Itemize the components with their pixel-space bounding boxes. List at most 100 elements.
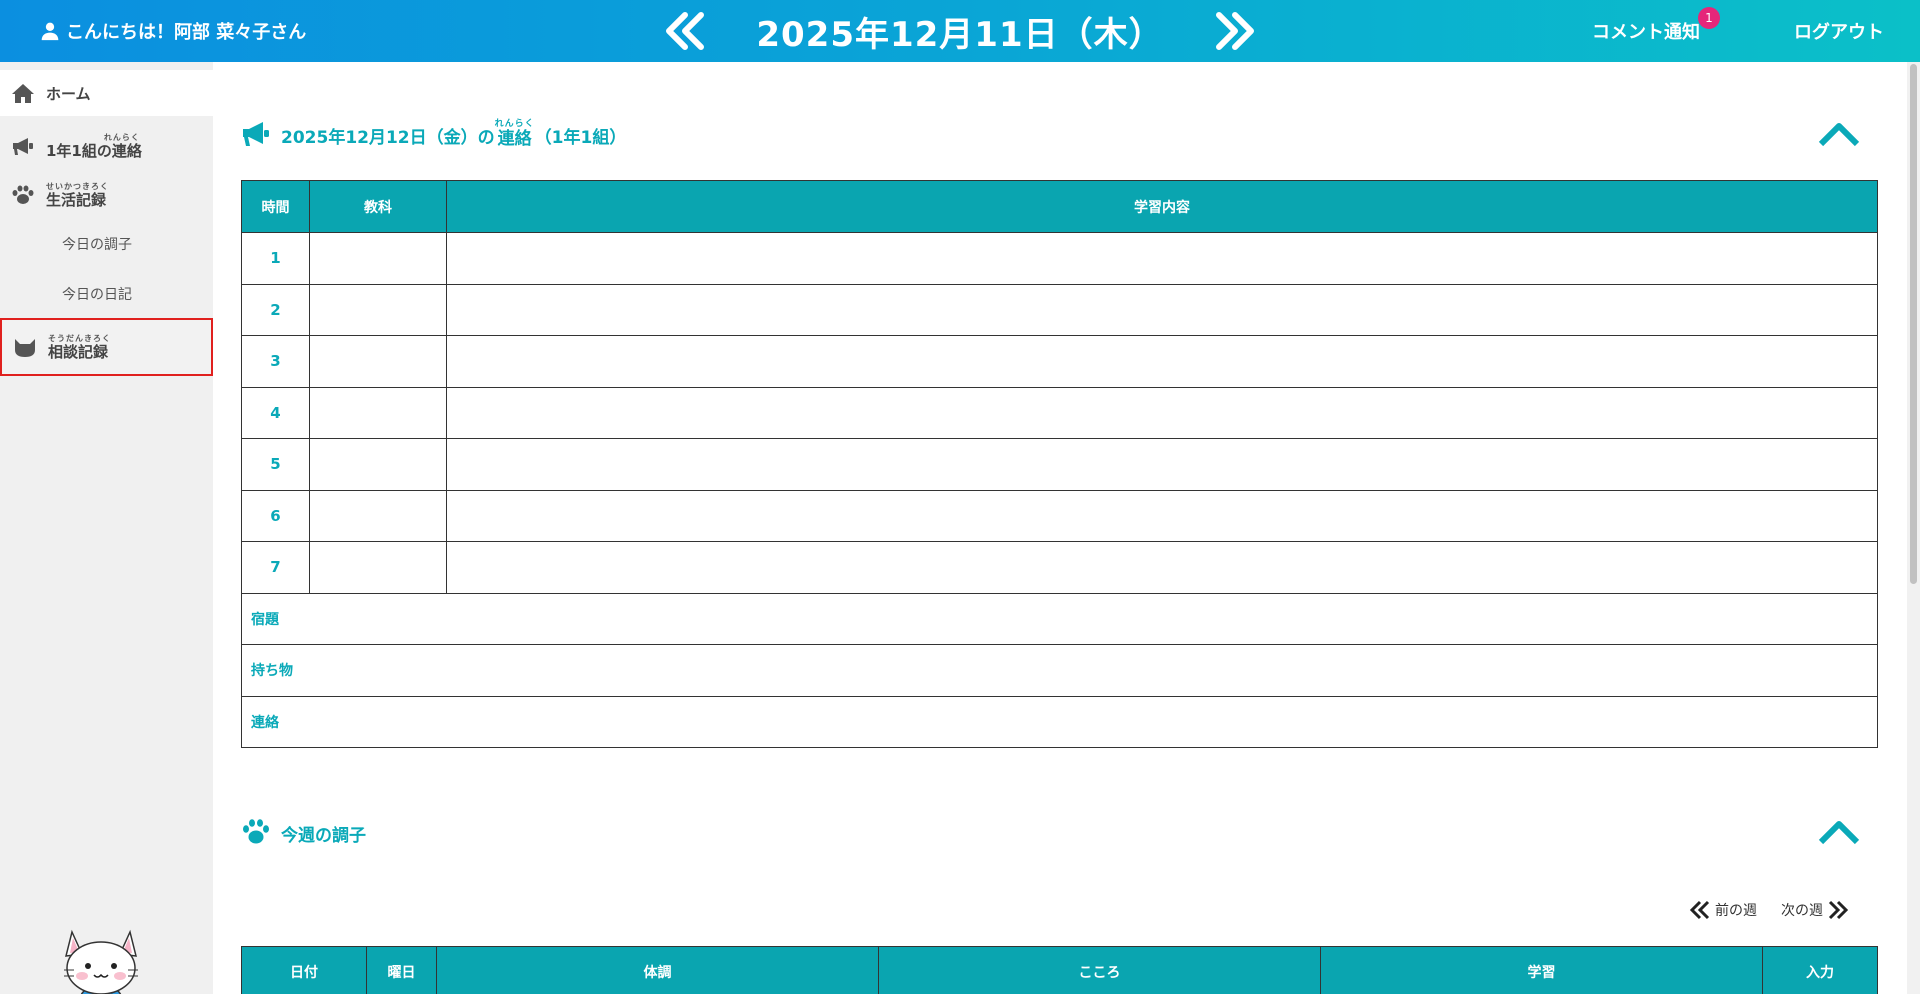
table-row: 5 bbox=[241, 438, 1878, 491]
notice-title-prefix: 2025年12月12日（金）の bbox=[281, 128, 495, 148]
week-title-text: 今週の調子 bbox=[281, 826, 366, 846]
greeting-text: こんにちは！阿部 菜々子さん bbox=[66, 22, 307, 43]
sidebar-item-label: 生活記録 bbox=[46, 190, 107, 209]
col-header-health: 体調 bbox=[436, 946, 879, 994]
user-greeting: こんにちは！阿部 菜々子さん bbox=[40, 18, 306, 44]
content-cell bbox=[446, 489, 1878, 542]
sidebar-item-ruby-label: せいかつきろく 生活記録 bbox=[46, 181, 109, 209]
belongings-row: 持ち物 bbox=[241, 644, 1878, 697]
megaphone-icon bbox=[10, 135, 36, 157]
col-header-subject: 教科 bbox=[309, 180, 447, 233]
comment-notify-button[interactable]: コメント通知 1 bbox=[1592, 7, 1720, 44]
user-icon bbox=[41, 22, 59, 41]
notice-title-word: 連絡 bbox=[497, 129, 532, 149]
col-header-content: 学習内容 bbox=[446, 180, 1878, 233]
prev-week-label: 前の週 bbox=[1715, 903, 1757, 919]
sidebar-item-label: 相談記録 bbox=[48, 342, 109, 361]
sidebar-item-today-diary[interactable]: 今日の日記 bbox=[0, 274, 213, 314]
period-number: 3 bbox=[241, 335, 310, 388]
subject-cell bbox=[309, 489, 447, 542]
week-condition-table: 日付 曜日 体調 こころ 学習 入力 bbox=[241, 946, 1878, 994]
vertical-scrollbar[interactable] bbox=[1907, 62, 1920, 994]
sidebar-item-label: ホーム bbox=[46, 84, 91, 103]
next-week-label: 次の週 bbox=[1781, 903, 1823, 919]
cat-mascot-image bbox=[64, 929, 138, 994]
notice-section-title: 2025年12月12日（金）の れんらく 連絡 （1年1組） bbox=[241, 118, 626, 148]
homework-label: 宿題 bbox=[241, 592, 1878, 645]
current-date: 2025年12月11日（木） bbox=[756, 14, 1164, 55]
table-row: 3 bbox=[241, 335, 1878, 388]
sidebar-item-label: 1年1組の連絡 bbox=[46, 141, 142, 160]
megaphone-icon bbox=[241, 120, 271, 148]
sidebar-item-ruby-label: れんらく 1年1組の連絡 bbox=[46, 132, 142, 160]
schedule-table: 時間 教科 学習内容 1 2 3 4 5 6 7 宿題 持ち物 連絡 bbox=[241, 180, 1878, 748]
date-navigator: 2025年12月11日（木） bbox=[660, 6, 1260, 56]
comment-notify-label: コメント通知 bbox=[1592, 22, 1700, 43]
subject-cell bbox=[309, 283, 447, 336]
ruby-text: せいかつきろく bbox=[46, 181, 109, 191]
double-chevron-left-icon bbox=[666, 12, 704, 50]
prev-week-button[interactable]: 前の週 bbox=[1689, 900, 1757, 920]
period-number: 5 bbox=[241, 438, 310, 491]
contact-label: 連絡 bbox=[241, 695, 1878, 748]
notice-title-suffix: （1年1組） bbox=[534, 128, 627, 148]
table-row: 7 bbox=[241, 541, 1878, 594]
week-collapse-button[interactable] bbox=[1817, 816, 1861, 846]
week-section-title: 今週の調子 bbox=[241, 816, 366, 846]
subject-cell bbox=[309, 232, 447, 285]
home-icon bbox=[10, 82, 36, 104]
period-number: 7 bbox=[241, 541, 310, 594]
content-cell bbox=[446, 438, 1878, 491]
ruby-text: れんらく bbox=[103, 132, 140, 142]
belongings-label: 持ち物 bbox=[241, 644, 1878, 697]
next-day-button[interactable] bbox=[1210, 8, 1260, 54]
table-row: 4 bbox=[241, 386, 1878, 439]
homework-row: 宿題 bbox=[241, 592, 1878, 645]
col-header-mind: こころ bbox=[878, 946, 1321, 994]
logout-button[interactable]: ログアウト bbox=[1794, 18, 1884, 44]
scrollbar-thumb[interactable] bbox=[1910, 64, 1917, 584]
sidebar-item-life-record[interactable]: せいかつきろく 生活記録 bbox=[0, 172, 213, 218]
chevron-up-icon bbox=[1818, 123, 1860, 147]
chevron-up-icon bbox=[1818, 821, 1860, 845]
content-cell bbox=[446, 232, 1878, 285]
paw-icon bbox=[241, 818, 271, 846]
double-chevron-left-icon bbox=[1689, 900, 1710, 920]
sidebar-item-ruby-label: そうだんきろく 相談記録 bbox=[48, 334, 111, 361]
schedule-header-row: 時間 教科 学習内容 bbox=[241, 180, 1878, 233]
subject-cell bbox=[309, 541, 447, 594]
prev-day-button[interactable] bbox=[660, 8, 710, 54]
sidebar-item-home[interactable]: ホーム bbox=[0, 70, 213, 116]
main-content: 2025年12月12日（金）の れんらく 連絡 （1年1組） 時間 教科 学習内… bbox=[213, 62, 1907, 994]
content-cell bbox=[446, 386, 1878, 439]
cat-face-icon bbox=[12, 336, 38, 358]
notice-collapse-button[interactable] bbox=[1817, 118, 1861, 148]
sidebar: ホーム れんらく 1年1組の連絡 せいかつきろく 生活記録 今日の調子 今日の日… bbox=[0, 62, 213, 994]
week-header-row: 日付 曜日 体調 こころ 学習 入力 bbox=[241, 946, 1878, 994]
col-header-period: 時間 bbox=[241, 180, 310, 233]
content-cell bbox=[446, 335, 1878, 388]
content-cell bbox=[446, 541, 1878, 594]
contact-row: 連絡 bbox=[241, 695, 1878, 748]
notify-count-badge: 1 bbox=[1698, 7, 1720, 29]
table-row: 6 bbox=[241, 489, 1878, 542]
col-header-study: 学習 bbox=[1320, 946, 1763, 994]
sidebar-item-class-notice[interactable]: れんらく 1年1組の連絡 bbox=[0, 120, 213, 172]
top-header: こんにちは！阿部 菜々子さん 2025年12月11日（木） コメント通知 1 ロ… bbox=[0, 0, 1920, 62]
period-number: 4 bbox=[241, 386, 310, 439]
col-header-input: 入力 bbox=[1762, 946, 1878, 994]
col-header-weekday: 曜日 bbox=[366, 946, 437, 994]
next-week-button[interactable]: 次の週 bbox=[1781, 900, 1849, 920]
table-row: 2 bbox=[241, 283, 1878, 336]
ruby-text: れんらく bbox=[494, 119, 535, 129]
sidebar-item-consult-record[interactable]: そうだんきろく 相談記録 bbox=[0, 318, 213, 376]
notice-title-ruby: れんらく 連絡 bbox=[495, 120, 535, 148]
subject-cell bbox=[309, 386, 447, 439]
period-number: 6 bbox=[241, 489, 310, 542]
subject-cell bbox=[309, 335, 447, 388]
sidebar-item-today-condition[interactable]: 今日の調子 bbox=[0, 224, 213, 264]
period-number: 2 bbox=[241, 283, 310, 336]
table-row: 1 bbox=[241, 232, 1878, 285]
col-header-date: 日付 bbox=[241, 946, 367, 994]
paw-icon bbox=[10, 184, 36, 206]
